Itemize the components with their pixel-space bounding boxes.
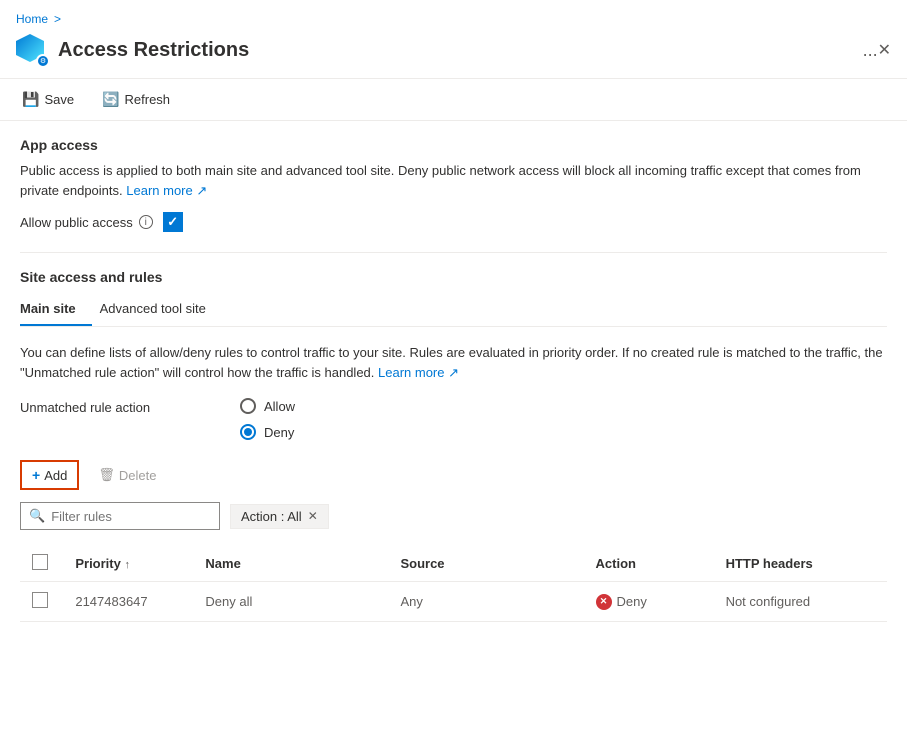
row-checkbox[interactable] [32, 592, 48, 608]
th-name[interactable]: Name [193, 546, 388, 582]
close-button[interactable]: ✕ [878, 40, 891, 60]
row-priority: 2147483647 [63, 582, 193, 622]
radio-deny-label: Deny [264, 425, 294, 440]
allow-public-access-checkbox[interactable] [163, 212, 183, 232]
app-access-learn-more[interactable]: Learn more ↗ [126, 183, 207, 198]
th-action[interactable]: Action [584, 546, 714, 582]
row-http-headers: Not configured [714, 582, 887, 622]
radio-allow-label: Allow [264, 399, 295, 414]
row-action: Deny [584, 582, 714, 622]
save-label: Save [44, 92, 74, 107]
filter-row: 🔍 Action : All ✕ [20, 502, 887, 530]
allow-public-access-label: Allow public access i [20, 215, 153, 230]
radio-deny[interactable]: Deny [240, 424, 295, 440]
app-access-description: Public access is applied to both main si… [20, 161, 887, 200]
site-access-tabs: Main site Advanced tool site [20, 293, 887, 327]
add-button[interactable]: + Add [20, 460, 79, 490]
th-source[interactable]: Source [388, 546, 583, 582]
refresh-label: Refresh [125, 92, 171, 107]
filter-search-icon: 🔍 [29, 508, 45, 524]
toolbar: 💾 Save 🔄 Refresh [0, 79, 907, 121]
refresh-button[interactable]: 🔄 Refresh [96, 87, 176, 112]
allow-public-access-row: Allow public access i [20, 212, 887, 232]
site-access-learn-more[interactable]: Learn more ↗ [378, 365, 459, 380]
row-source: Any [388, 582, 583, 622]
delete-button[interactable]: 🗑 Delete [87, 461, 167, 489]
site-access-section: Site access and rules Main site Advanced… [20, 269, 887, 622]
select-all-checkbox[interactable] [32, 554, 48, 570]
th-priority[interactable]: Priority ↑ [63, 546, 193, 582]
main-content: App access Public access is applied to b… [0, 121, 907, 638]
page-container: Home > Access Restrictions ... ✕ 💾 Save … [0, 0, 907, 734]
app-icon [16, 34, 48, 66]
breadcrumb-home[interactable]: Home [16, 12, 48, 26]
unmatched-rule-radio-group: Allow Deny [240, 398, 295, 440]
radio-allow[interactable]: Allow [240, 398, 295, 414]
action-filter-badge: Action : All ✕ [230, 504, 329, 529]
header: Access Restrictions ... ✕ [0, 30, 907, 79]
clear-action-filter-button[interactable]: ✕ [308, 509, 318, 523]
tab-main-site[interactable]: Main site [20, 293, 92, 326]
row-checkbox-cell[interactable] [20, 582, 63, 622]
table-header: Priority ↑ Name Source Action [20, 546, 887, 582]
filter-input-wrap[interactable]: 🔍 [20, 502, 220, 530]
refresh-icon: 🔄 [102, 91, 119, 108]
allow-public-access-info-icon[interactable]: i [139, 215, 153, 229]
deny-icon [596, 594, 612, 610]
save-button[interactable]: 💾 Save [16, 87, 80, 112]
section-divider [20, 252, 887, 253]
unmatched-rule-row: Unmatched rule action Allow Deny [20, 398, 887, 440]
radio-allow-indicator [240, 398, 256, 414]
tab-advanced-tool-site[interactable]: Advanced tool site [100, 293, 222, 326]
save-icon: 💾 [22, 91, 39, 108]
table-row: 2147483647 Deny all Any Deny Not configu… [20, 582, 887, 622]
radio-deny-indicator [240, 424, 256, 440]
filter-input[interactable] [51, 509, 201, 524]
unmatched-rule-label: Unmatched rule action [20, 398, 180, 415]
app-access-section: App access Public access is applied to b… [20, 137, 887, 232]
delete-label: Delete [119, 468, 157, 483]
more-options-icon[interactable]: ... [863, 40, 878, 61]
deny-label: Deny [617, 594, 647, 609]
site-access-title: Site access and rules [20, 269, 887, 285]
plus-icon: + [32, 467, 40, 483]
priority-sort-icon: ↑ [124, 559, 130, 571]
action-badge-label: Action : All [241, 509, 302, 524]
site-access-description: You can define lists of allow/deny rules… [20, 343, 887, 382]
rules-table: Priority ↑ Name Source Action [20, 546, 887, 622]
trash-icon: 🗑 [98, 467, 115, 483]
app-access-title: App access [20, 137, 887, 153]
th-http-headers[interactable]: HTTP headers [714, 546, 887, 582]
deny-badge: Deny [596, 594, 702, 610]
breadcrumb-separator: > [54, 12, 61, 26]
breadcrumb: Home > [0, 0, 907, 30]
action-toolbar: + Add 🗑 Delete [20, 460, 887, 490]
row-name: Deny all [193, 582, 388, 622]
page-title: Access Restrictions [58, 39, 853, 62]
th-select-all[interactable] [20, 546, 63, 582]
add-label: Add [44, 468, 67, 483]
table-body: 2147483647 Deny all Any Deny Not configu… [20, 582, 887, 622]
